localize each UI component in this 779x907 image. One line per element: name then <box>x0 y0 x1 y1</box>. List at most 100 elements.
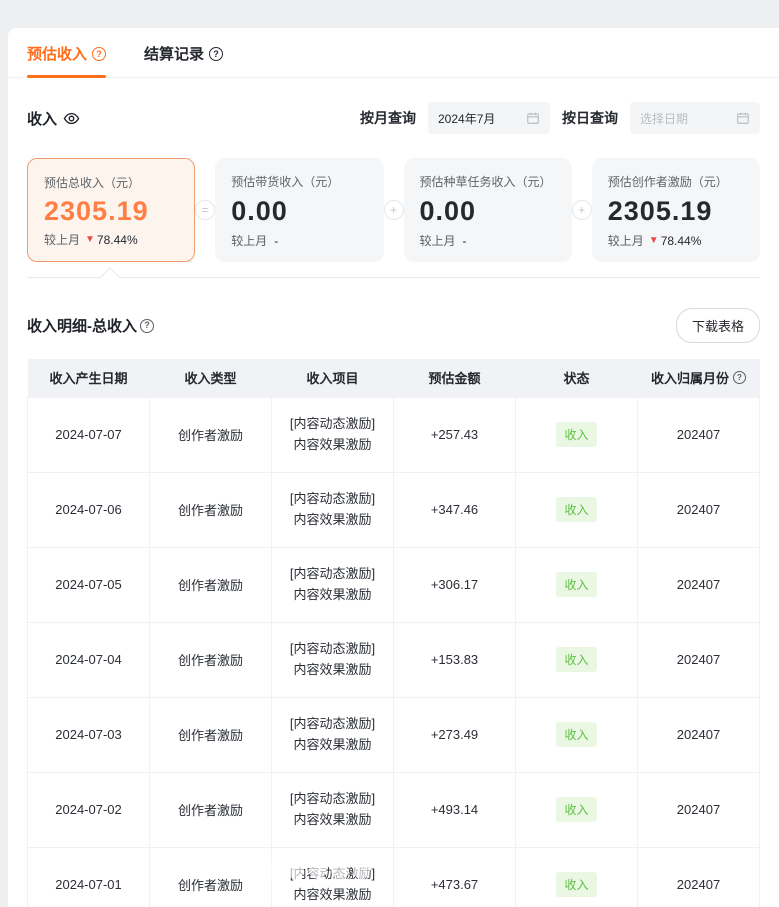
col-header-date: 收入产生日期 <box>28 359 150 397</box>
stat-card-value: 2305.19 <box>44 196 178 227</box>
help-icon[interactable]: ? <box>140 319 154 333</box>
month-picker-input[interactable]: 2024年7月 <box>428 102 550 134</box>
cell-type: 创作者激励 <box>150 697 272 772</box>
stat-card-total-income[interactable]: 预估总收入（元） 2305.19 较上月 ▼ 78.44% <box>27 158 195 262</box>
cell-date: 2024-07-07 <box>28 397 150 472</box>
equals-icon: = <box>195 200 215 220</box>
col-header-status: 状态 <box>516 359 638 397</box>
stat-card-task-income[interactable]: 预估种草任务收入（元） 0.00 较上月 - <box>404 158 572 262</box>
detail-section-title: 收入明细-总收入 ? <box>27 315 154 336</box>
cell-project: [内容动态激励] 内容效果激励 <box>272 847 394 907</box>
month-query-label: 按月查询 <box>360 108 416 128</box>
day-picker-placeholder: 选择日期 <box>640 110 688 127</box>
operator-gap: = <box>195 158 215 262</box>
cell-project: [内容动态激励] 内容效果激励 <box>272 772 394 847</box>
stat-card-label: 预估种草任务收入（元） <box>420 173 556 190</box>
cell-amount: +273.49 <box>394 697 516 772</box>
help-icon[interactable]: ? <box>209 47 223 61</box>
eye-icon[interactable] <box>63 110 80 127</box>
cell-month: 202407 <box>638 622 760 697</box>
col-header-amount: 预估金额 <box>394 359 516 397</box>
stat-card-compare: 较上月 ▼ 78.44% <box>44 231 178 248</box>
stat-card-label: 预估带货收入（元） <box>231 173 367 190</box>
table-header-row: 收入产生日期 收入类型 收入项目 预估金额 状态 收入归属月份? <box>28 359 760 397</box>
stat-card-value: 0.00 <box>231 196 367 227</box>
cell-amount: +153.83 <box>394 622 516 697</box>
cell-type: 创作者激励 <box>150 847 272 907</box>
month-picker-value: 2024年7月 <box>438 110 495 127</box>
cell-amount: +473.67 <box>394 847 516 907</box>
cell-amount: +493.14 <box>394 772 516 847</box>
stat-card-label: 预估总收入（元） <box>44 174 178 191</box>
cell-amount: +347.46 <box>394 472 516 547</box>
download-table-button[interactable]: 下载表格 <box>676 308 760 343</box>
table-row: 2024-07-02 创作者激励 [内容动态激励] 内容效果激励 +493.14… <box>28 772 760 847</box>
tab-estimated-income[interactable]: 预估收入 ? <box>27 43 106 77</box>
calendar-icon[interactable] <box>736 111 750 125</box>
stat-card-compare: 较上月 - <box>420 232 556 249</box>
cell-date: 2024-07-06 <box>28 472 150 547</box>
stat-card-label: 预估创作者激励（元） <box>608 173 744 190</box>
cell-amount: +257.43 <box>394 397 516 472</box>
table-body: 2024-07-07 创作者激励 [内容动态激励] 内容效果激励 +257.43… <box>28 397 760 907</box>
table-row: 2024-07-06 创作者激励 [内容动态激励] 内容效果激励 +347.46… <box>28 472 760 547</box>
stat-card-value: 2305.19 <box>608 196 744 227</box>
tab-bar: 预估收入 ? 结算记录 ? <box>8 28 779 78</box>
help-icon[interactable]: ? <box>733 371 746 384</box>
cell-type: 创作者激励 <box>150 622 272 697</box>
cell-status: 收入 <box>516 622 638 697</box>
col-header-type: 收入类型 <box>150 359 272 397</box>
cell-type: 创作者激励 <box>150 547 272 622</box>
stat-card-creator-incentive[interactable]: 预估创作者激励（元） 2305.19 较上月 ▼ 78.44% <box>592 158 760 262</box>
cell-status: 收入 <box>516 847 638 907</box>
status-badge: 收入 <box>556 722 596 747</box>
cell-type: 创作者激励 <box>150 772 272 847</box>
cell-type: 创作者激励 <box>150 472 272 547</box>
cell-project: [内容动态激励] 内容效果激励 <box>272 472 394 547</box>
cell-amount: +306.17 <box>394 547 516 622</box>
income-title: 收入 <box>27 108 80 129</box>
day-picker-input[interactable]: 选择日期 <box>630 102 760 134</box>
cell-project: [内容动态激励] 内容效果激励 <box>272 622 394 697</box>
cell-date: 2024-07-03 <box>28 697 150 772</box>
operator-gap: + <box>572 158 592 262</box>
status-badge: 收入 <box>556 497 596 522</box>
cell-month: 202407 <box>638 547 760 622</box>
status-badge: 收入 <box>556 422 596 447</box>
cell-project: [内容动态激励] 内容效果激励 <box>272 697 394 772</box>
status-badge: 收入 <box>556 572 596 597</box>
tab-settlement-records[interactable]: 结算记录 ? <box>144 43 223 77</box>
calendar-icon[interactable] <box>526 111 540 125</box>
cell-date: 2024-07-02 <box>28 772 150 847</box>
cell-type: 创作者激励 <box>150 397 272 472</box>
col-header-project: 收入项目 <box>272 359 394 397</box>
help-icon[interactable]: ? <box>92 47 106 61</box>
cell-status: 收入 <box>516 472 638 547</box>
cell-month: 202407 <box>638 847 760 907</box>
cell-date: 2024-07-04 <box>28 622 150 697</box>
status-badge: 收入 <box>556 797 596 822</box>
cell-status: 收入 <box>516 397 638 472</box>
caret-up-icon <box>100 267 120 287</box>
operator-gap: + <box>384 158 404 262</box>
tab-settlement-records-label: 结算记录 <box>144 43 204 64</box>
main-panel: 预估收入 ? 结算记录 ? 收入 按月查询 2024年 <box>8 28 779 907</box>
cell-month: 202407 <box>638 772 760 847</box>
stat-card-goods-income[interactable]: 预估带货收入（元） 0.00 较上月 - <box>215 158 383 262</box>
income-table: 收入产生日期 收入类型 收入项目 预估金额 状态 收入归属月份? 2024-07… <box>27 359 760 907</box>
plus-icon: + <box>572 200 592 220</box>
plus-icon: + <box>384 200 404 220</box>
col-header-month: 收入归属月份? <box>638 359 760 397</box>
cell-month: 202407 <box>638 697 760 772</box>
income-title-label: 收入 <box>27 108 57 129</box>
cell-month: 202407 <box>638 472 760 547</box>
date-query-group: 按月查询 2024年7月 按日查询 选择日期 <box>360 102 760 134</box>
status-badge: 收入 <box>556 872 596 897</box>
table-row: 2024-07-04 创作者激励 [内容动态激励] 内容效果激励 +153.83… <box>28 622 760 697</box>
table-row: 2024-07-07 创作者激励 [内容动态激励] 内容效果激励 +257.43… <box>28 397 760 472</box>
income-header-row: 收入 按月查询 2024年7月 <box>27 102 760 134</box>
cell-date: 2024-07-01 <box>28 847 150 907</box>
status-badge: 收入 <box>556 647 596 672</box>
divider <box>27 277 760 278</box>
detail-header: 收入明细-总收入 ? 下载表格 <box>27 308 760 343</box>
